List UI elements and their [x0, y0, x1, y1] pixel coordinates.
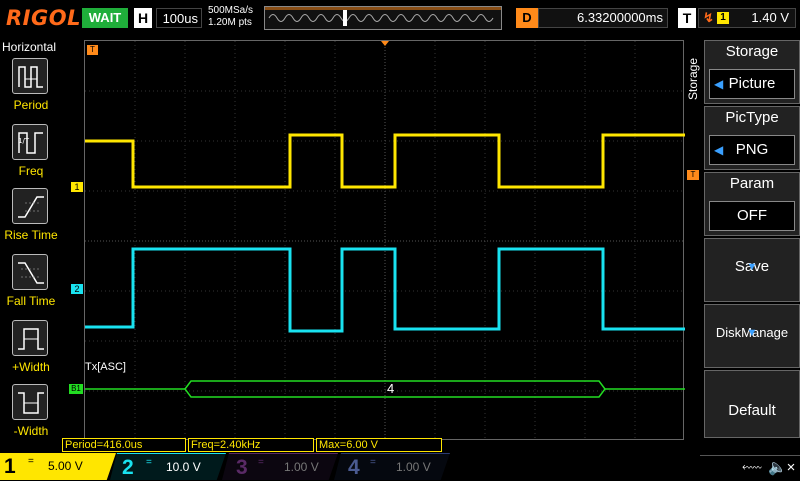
- param-softkey[interactable]: Param OFF: [704, 172, 800, 236]
- ch4-scale: 1.00 V: [396, 460, 431, 474]
- fall-time-icon: [12, 254, 48, 290]
- bus-decoded-value: 4: [387, 381, 395, 396]
- pictype-value-box: ◀ PNG: [709, 135, 795, 165]
- triangle-left-icon: ◀: [714, 77, 724, 91]
- ch4-coupling: =: [370, 457, 376, 468]
- ch2-level-marker[interactable]: 2: [71, 284, 83, 294]
- horizontal-menu: Horizontal Period 1/T Freq Rise Time Fal…: [0, 36, 62, 438]
- menu-item-period[interactable]: Period: [0, 58, 62, 122]
- graticule: [85, 41, 685, 441]
- horizontal-badge: H: [134, 8, 152, 28]
- menu-item-pos-width[interactable]: +Width: [0, 320, 62, 384]
- storage-side-tab: Storage: [684, 40, 704, 440]
- trigger-time-marker[interactable]: T: [87, 45, 98, 55]
- top-status-bar: RIGOL WAIT H 100us 500MSa/s 1.20M pts D …: [0, 0, 800, 36]
- brand-logo: RIGOL: [6, 6, 81, 30]
- rising-edge-icon: ↯: [703, 10, 714, 25]
- ch1-number: 1: [4, 455, 16, 478]
- triangle-down-icon: ▼: [746, 327, 758, 339]
- delay-readout[interactable]: 6.33200000ms: [538, 8, 668, 28]
- ch4-number: 4: [348, 456, 360, 479]
- ch3-number: 3: [236, 456, 248, 479]
- ch1-status[interactable]: 1 = 5.00 V: [0, 453, 116, 480]
- speaker-muted-icon[interactable]: 🔈×: [768, 458, 795, 476]
- delay-badge: D: [516, 8, 538, 28]
- period-icon: [12, 58, 48, 94]
- waveform-display[interactable]: 1 2 B1 T T Tx[ASC] 4: [69, 40, 699, 441]
- triangle-down-icon: ▼: [746, 261, 758, 273]
- triangle-left-icon: ◀: [714, 143, 724, 157]
- trigger-readout[interactable]: ↯ 1 1.40 V: [698, 8, 796, 28]
- menu-item-rise-time[interactable]: Rise Time: [0, 188, 62, 252]
- pos-width-icon: [12, 320, 48, 356]
- ch2-status[interactable]: 2 = 10.0 V: [110, 453, 226, 480]
- memory-waveform-preview: [265, 7, 501, 22]
- ch3-scale: 1.00 V: [284, 460, 319, 474]
- measurement-max[interactable]: Max=6.00 V: [316, 438, 442, 452]
- storage-type-value-box: ◀ Picture: [709, 69, 795, 99]
- trigger-position-marker[interactable]: [381, 41, 389, 46]
- usb-icon: ⬳: [742, 459, 762, 475]
- trigger-badge: T: [678, 8, 696, 28]
- ch3-coupling: =: [258, 457, 264, 468]
- rise-time-label: Rise Time: [4, 228, 58, 242]
- menu-item-fall-time[interactable]: Fall Time: [0, 254, 62, 318]
- svg-text:1/T: 1/T: [18, 137, 30, 145]
- default-label: Default: [728, 402, 776, 419]
- save-button[interactable]: Save ▼: [704, 238, 800, 302]
- ch2-coupling: =: [146, 457, 152, 468]
- pictype-title: PicType: [725, 109, 779, 126]
- fall-time-label: Fall Time: [6, 294, 56, 308]
- ch1-coupling: =: [28, 456, 34, 467]
- pos-width-label: +Width: [12, 360, 50, 374]
- memory-position-bar[interactable]: [264, 6, 502, 30]
- neg-width-label: -Width: [13, 424, 49, 438]
- measurement-strip: Period=416.0us Freq=2.40kHz Max=6.00 V: [62, 438, 682, 452]
- pictype-value: PNG: [735, 141, 769, 158]
- storage-type-softkey[interactable]: Storage ◀ Picture: [704, 40, 800, 104]
- freq-label: Freq: [18, 164, 44, 178]
- ch4-status[interactable]: 4 = 1.00 V: [334, 453, 450, 480]
- ch3-status[interactable]: 3 = 1.00 V: [222, 453, 338, 480]
- param-value-box: OFF: [709, 201, 795, 231]
- channel-bar: 1 = 5.00 V 2 = 10.0 V 3 = 1.00 V 4 = 1.0…: [0, 453, 800, 480]
- menu-item-neg-width[interactable]: -Width: [0, 384, 62, 448]
- measurement-period[interactable]: Period=416.0us: [62, 438, 186, 452]
- memory-depth: 1.20M pts: [208, 17, 252, 28]
- horizontal-menu-title: Horizontal: [2, 40, 57, 54]
- measurement-freq[interactable]: Freq=2.40kHz: [188, 438, 314, 452]
- neg-width-icon: [12, 384, 48, 420]
- ch1-scale: 5.00 V: [48, 459, 83, 473]
- timebase-readout[interactable]: 100us: [156, 8, 202, 28]
- ch2-number: 2: [122, 456, 134, 479]
- period-label: Period: [13, 98, 49, 112]
- storage-type-value: Picture: [728, 75, 776, 92]
- sample-rate: 500MSa/s: [208, 5, 254, 16]
- sample-info: 500MSa/s 1.20M pts: [208, 5, 253, 29]
- bus-frame: [184, 380, 606, 398]
- ch1-level-marker[interactable]: 1: [71, 182, 83, 192]
- storage-side-label: Storage: [686, 57, 700, 100]
- default-button[interactable]: Default: [704, 370, 800, 438]
- freq-icon: 1/T: [12, 124, 48, 160]
- ch2-scale: 10.0 V: [166, 460, 201, 474]
- memory-window-marker[interactable]: [343, 10, 347, 26]
- storage-type-title: Storage: [725, 43, 779, 60]
- param-title: Param: [729, 175, 775, 192]
- param-value: OFF: [737, 207, 767, 224]
- run-state-badge[interactable]: WAIT: [82, 8, 128, 28]
- menu-item-freq[interactable]: 1/T Freq: [0, 124, 62, 188]
- bus-level-marker[interactable]: B1: [69, 384, 83, 394]
- trigger-source: 1: [717, 12, 729, 24]
- storage-menu: Storage ◀ Picture PicType ◀ PNG Param OF…: [704, 40, 800, 440]
- rise-time-icon: [12, 188, 48, 224]
- diskmanage-button[interactable]: DiskManage ▼: [704, 304, 800, 368]
- bus-label: Tx[ASC]: [85, 361, 126, 373]
- pictype-softkey[interactable]: PicType ◀ PNG: [704, 106, 800, 170]
- trigger-level: 1.40 V: [751, 10, 789, 25]
